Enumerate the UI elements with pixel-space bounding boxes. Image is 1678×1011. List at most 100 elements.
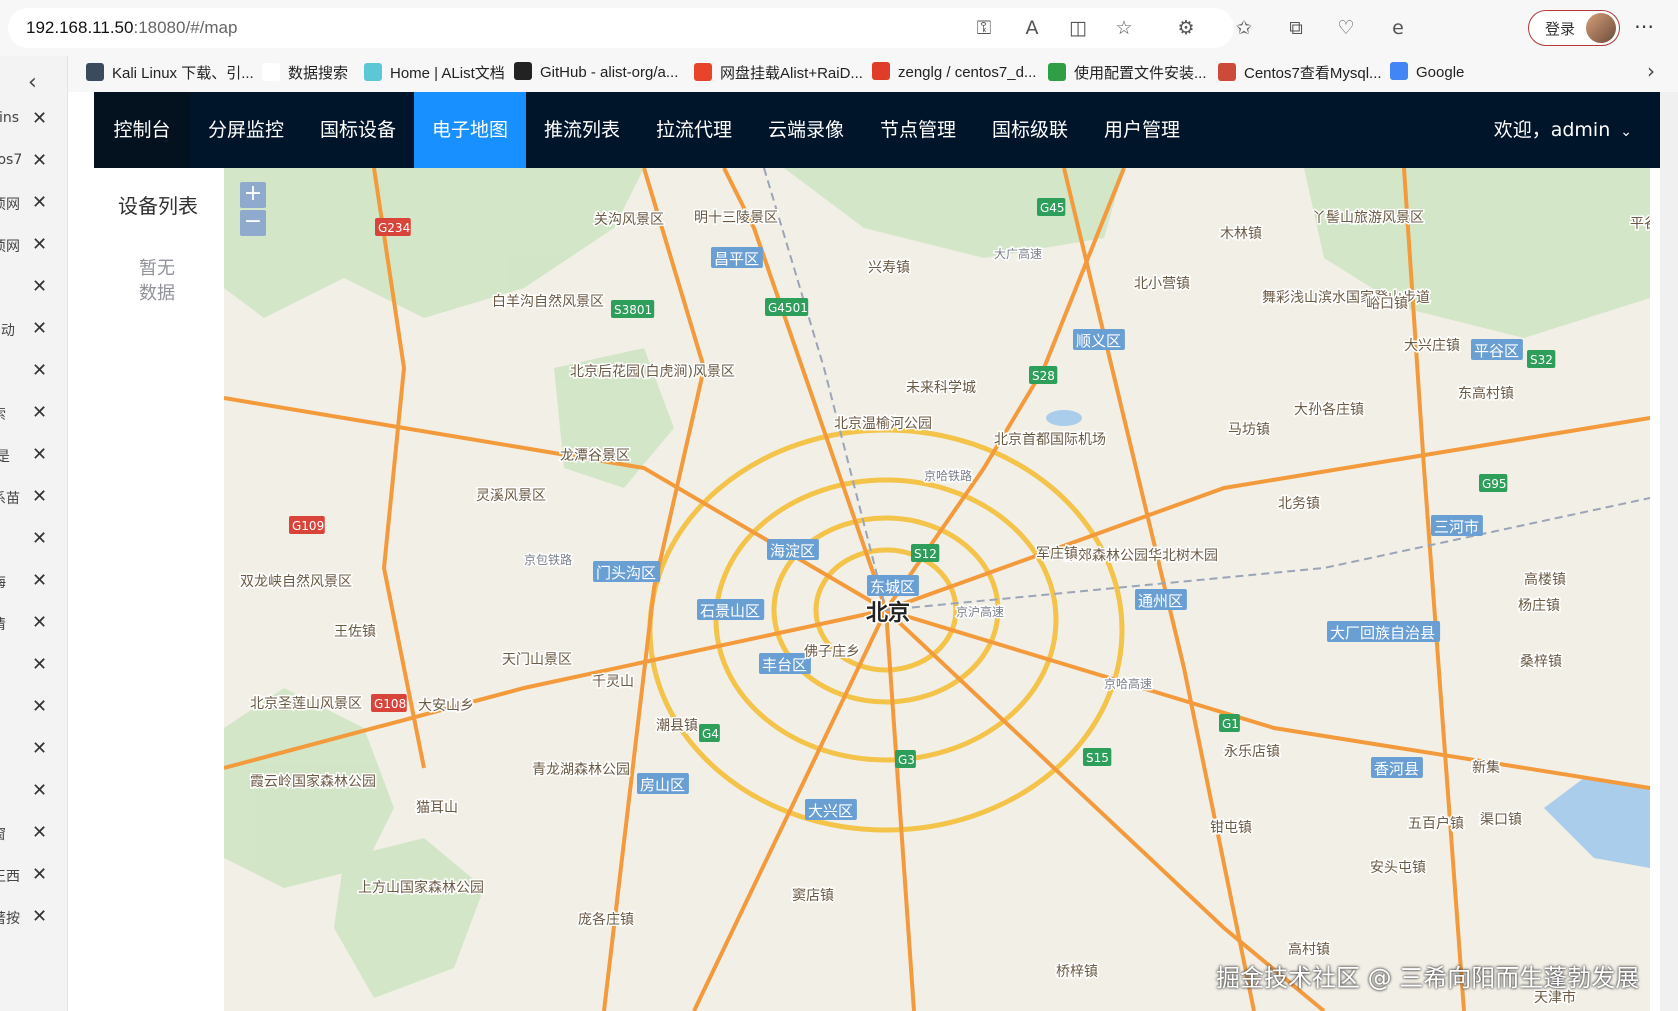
close-icon[interactable]: ✕ [32, 486, 47, 507]
place-label: 北小营镇 [1134, 276, 1190, 292]
place-label: 北京圣莲山风景区 [250, 696, 362, 712]
place-label: 北务镇 [1278, 496, 1320, 512]
vertical-tab[interactable]: S动 ✕ [0, 314, 66, 346]
vertical-tab[interactable]: 王西 ✕ [0, 860, 66, 892]
page-scrollbar[interactable] [1660, 92, 1678, 1011]
vertical-tab[interactable]: 清✕ [0, 608, 66, 640]
nav-item-1[interactable]: 分屏监控 [190, 92, 302, 168]
bookmark-7[interactable]: Centos7查看Mysql... [1218, 62, 1382, 86]
close-icon[interactable]: ✕ [32, 612, 47, 633]
road-shield: S15 [1086, 751, 1109, 765]
place-label: 青龙湖森林公园 [532, 762, 630, 778]
vertical-tab[interactable]: ✕ [0, 692, 66, 724]
place-label: 猫耳山 [416, 800, 458, 816]
nav-item-7[interactable]: 节点管理 [862, 92, 974, 168]
bookmark-2[interactable]: Home | AList文档 [364, 62, 505, 86]
close-icon[interactable]: ✕ [32, 192, 47, 213]
nav-item-5[interactable]: 拉流代理 [638, 92, 750, 168]
close-icon[interactable]: ✕ [32, 150, 47, 171]
nav-item-0[interactable]: 控制台 [94, 92, 190, 168]
bookmark-3[interactable]: GitHub - alist-org/a... [514, 62, 678, 86]
nav-item-8[interactable]: 国标级联 [974, 92, 1086, 168]
user-menu[interactable]: 欢迎，admin ⌄ [1494, 92, 1632, 168]
edge-icon[interactable]: e [1386, 16, 1410, 40]
vertical-tab[interactable]: 窗✕ [0, 818, 66, 850]
url-field[interactable]: 192.168.11.50:18080/#/map [8, 8, 1234, 48]
close-icon[interactable]: ✕ [32, 360, 47, 381]
close-icon[interactable]: ✕ [32, 864, 47, 885]
vertical-tab[interactable]: 项网 ✕ [0, 230, 66, 262]
vertical-tab[interactable]: ✕ [0, 356, 66, 388]
bookmark-label: zenglg / centos7_d... [898, 64, 1037, 81]
zoom-out-button[interactable]: − [240, 210, 266, 236]
bookmark-4[interactable]: 网盘挂载Alist+RaiD... [694, 62, 863, 86]
close-icon[interactable]: ✕ [32, 570, 47, 591]
vertical-tab[interactable]: ✕ [0, 650, 66, 682]
place-label: 东郊森林公园华北树木园 [1064, 547, 1218, 564]
nav-item-9[interactable]: 用户管理 [1086, 92, 1198, 168]
split-screen-icon[interactable]: ◫ [1066, 16, 1090, 40]
place-label: 大安山乡 [418, 698, 474, 714]
read-aloud-icon[interactable]: A [1020, 16, 1044, 40]
highway-southeast [884, 608, 1326, 1011]
district-label: 昌平区 [714, 250, 759, 268]
road-label: 京沪高速 [956, 604, 1004, 619]
vertical-tab[interactable]: 海✕ [0, 566, 66, 598]
terrain-south-hills [334, 838, 484, 998]
map-canvas[interactable]: 北京 昌平区 顺义区 海淀区 东城区 门头沟区 石景山区 丰台区 通州区 房山区 大兴区 平谷区 三河市… [224, 168, 1650, 1011]
nav-item-4[interactable]: 推流列表 [526, 92, 638, 168]
nav-item-3[interactable]: 电子地图 [414, 92, 526, 168]
close-icon[interactable]: ✕ [32, 654, 47, 675]
bookmark-0[interactable]: Kali Linux 下载、引... [86, 62, 254, 86]
vertical-tab[interactable]: 索✕ [0, 398, 66, 430]
close-icon[interactable]: ✕ [32, 234, 47, 255]
city-label: 北京 [866, 600, 910, 626]
vertical-tab[interactable]: ✕ [0, 524, 66, 556]
close-icon[interactable]: ✕ [32, 528, 47, 549]
avatar[interactable] [1586, 13, 1616, 43]
close-icon[interactable]: ✕ [32, 906, 47, 927]
close-icon[interactable]: ✕ [32, 108, 47, 129]
vertical-tab[interactable]: ✕ [0, 272, 66, 304]
url-text[interactable]: 192.168.11.50:18080/#/map [26, 18, 237, 38]
nav-item-2[interactable]: 国标设备 [302, 92, 414, 168]
close-icon[interactable]: ✕ [32, 318, 47, 339]
place-label: 北京首都国际机场 [994, 432, 1106, 448]
close-icon[interactable]: ✕ [32, 738, 47, 759]
lake-north [1046, 410, 1082, 426]
highway-west-ns [602, 168, 707, 1011]
map-layer[interactable]: 北京 昌平区顺义区海淀区东城区 门头沟区石景山区丰台区 通州区房山区大兴区 平谷区三河市… [224, 168, 1650, 1011]
collections-icon[interactable]: ⧉ [1284, 16, 1308, 40]
nav-item-6[interactable]: 云端录像 [750, 92, 862, 168]
chevron-right-icon[interactable]: › [1647, 59, 1655, 83]
road-label: 大广高速 [994, 246, 1042, 261]
more-options-icon[interactable]: ⋯ [1634, 14, 1654, 38]
health-icon[interactable]: ♡ [1334, 16, 1358, 40]
zoom-in-button[interactable]: + [240, 182, 266, 208]
chevron-left-icon[interactable]: ‹ [28, 70, 37, 95]
vertical-tab[interactable]: ✕ [0, 734, 66, 766]
vertical-tab[interactable]: 项网 ✕ [0, 188, 66, 220]
vertical-tab[interactable]: l是 ✕ [0, 440, 66, 472]
bookmark-8[interactable]: Google [1390, 62, 1464, 86]
extensions-icon[interactable]: ⚙ [1174, 16, 1198, 40]
close-icon[interactable]: ✕ [32, 276, 47, 297]
place-label: 钳屯镇 [1210, 820, 1252, 836]
key-icon[interactable]: ⚿ [972, 16, 996, 40]
close-icon[interactable]: ✕ [32, 696, 47, 717]
favorite-star-icon[interactable]: ☆ [1112, 16, 1136, 40]
close-icon[interactable]: ✕ [32, 402, 47, 423]
vertical-tab[interactable]: 著按 ✕ [0, 902, 66, 934]
vertical-tab[interactable]: _ins ✕ [0, 104, 66, 136]
close-icon[interactable]: ✕ [32, 780, 47, 801]
close-icon[interactable]: ✕ [32, 822, 47, 843]
bookmark-5[interactable]: zenglg / centos7_d... [872, 62, 1036, 86]
bookmark-6[interactable]: 使用配置文件安装... [1048, 62, 1207, 86]
empty-state-text: 暂无数据 [139, 258, 175, 304]
close-icon[interactable]: ✕ [32, 444, 47, 465]
bookmark-1[interactable]: 数据搜索 [262, 62, 348, 86]
favorites-icon[interactable]: ✩ [1232, 16, 1256, 40]
vertical-tab[interactable]: 系苗 ✕ [0, 482, 66, 514]
vertical-tab[interactable]: tos7 ✕ [0, 146, 66, 178]
vertical-tab[interactable]: ✕ [0, 776, 66, 808]
